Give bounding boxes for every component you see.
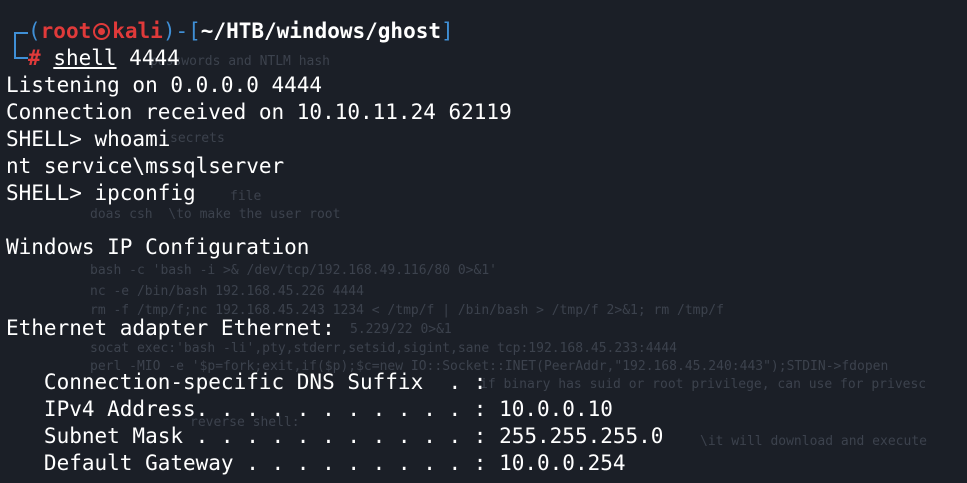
prompt-close-bracket: ] [441, 19, 454, 43]
command-args: 4444 [116, 46, 180, 70]
prompt-cwd: ~/HTB/windows/ghost [200, 19, 441, 43]
output-line: Default Gateway . . . . . . . . . : 10.0… [6, 451, 626, 475]
output-line: nt service\mssqlserver [6, 154, 285, 178]
prompt-corner-bottom [6, 45, 28, 72]
prompt-host: kali [112, 19, 163, 43]
output-line: Subnet Mask . . . . . . . . . . . : 255.… [6, 424, 664, 448]
kali-skull-icon [93, 23, 111, 40]
prompt-open-bracket: [ [188, 19, 201, 43]
prompt-close-paren: ) [162, 19, 176, 43]
prompt-command-line[interactable]: # shell 4444 [6, 45, 961, 72]
output-line: IPv4 Address. . . . . . . . . . . : 10.0… [6, 397, 613, 421]
output-line: Ethernet adapter Ethernet: [6, 316, 335, 340]
command-name: shell [53, 46, 117, 70]
terminal-output[interactable]: (root kali)-[~/HTB/windows/ghost] # shell… [6, 18, 961, 477]
prompt-header: (root kali)-[~/HTB/windows/ghost] [6, 18, 961, 45]
output-line: Connection received on 10.10.11.24 62119 [6, 100, 512, 124]
output-line: Connection-specific DNS Suffix . : [6, 370, 487, 394]
output-line: Listening on 0.0.0.0 4444 [6, 73, 323, 97]
prompt-dash: - [175, 19, 189, 43]
prompt-hash: # [28, 46, 41, 70]
output-line: SHELL> ipconfig [6, 181, 196, 205]
prompt-corner-top [6, 18, 28, 45]
prompt-open-paren: ( [28, 19, 41, 43]
output-line: Windows IP Configuration [6, 235, 310, 259]
output-line: SHELL> whoami [6, 127, 171, 151]
terminal-window[interactable]: passwords and NTLM hash secrets file doa… [0, 0, 967, 483]
prompt-user: root [40, 19, 92, 43]
